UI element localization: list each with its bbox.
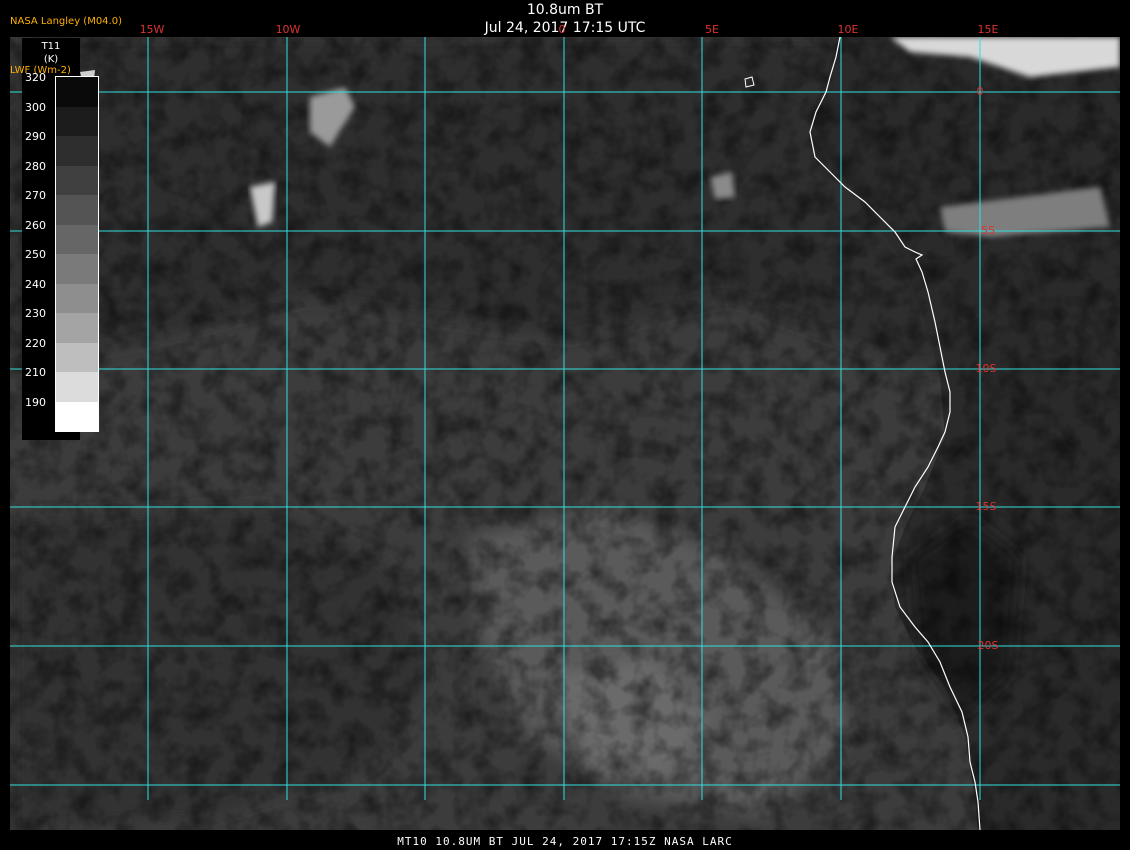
legend-swatch bbox=[56, 195, 98, 225]
legend-title: T11 bbox=[41, 41, 61, 52]
legend-swatch bbox=[56, 313, 98, 343]
legend-swatch bbox=[56, 77, 98, 107]
lat-label-10s: 10S bbox=[976, 362, 997, 375]
legend-tick-label: 300 bbox=[25, 100, 46, 114]
legend-tick-label: 250 bbox=[25, 248, 46, 261]
legend-tick-label: 260 bbox=[25, 218, 46, 232]
legend-tick-label: 280 bbox=[25, 159, 46, 173]
legend-tick-label: 230 bbox=[25, 307, 46, 320]
legend-swatch bbox=[56, 283, 98, 313]
map-labels: 15W 10W 0 5E 10E 15E 0 5S 10S 15S 20S bbox=[140, 23, 999, 652]
lat-label-5s: 5S bbox=[981, 224, 995, 237]
lon-label-10w: 10W bbox=[276, 23, 301, 36]
footer-caption: MT10 10.8UM BT JUL 24, 2017 17:15Z NASA … bbox=[397, 835, 733, 848]
legend-swatch bbox=[56, 254, 98, 284]
legend-tick-label: 320 bbox=[25, 71, 46, 84]
legend-tick-label: 270 bbox=[25, 189, 46, 202]
legend-tick-label: 240 bbox=[25, 277, 46, 291]
lon-label-0: 0 bbox=[559, 23, 566, 36]
lon-label-15w: 15W bbox=[140, 23, 165, 36]
legend-tick-label: 220 bbox=[25, 336, 46, 350]
legend-swatch bbox=[56, 106, 98, 136]
lat-label-0: 0 bbox=[977, 85, 984, 98]
legend-tick-label: 210 bbox=[25, 366, 46, 379]
legend-swatch bbox=[56, 342, 98, 372]
lat-label-20s: 20S bbox=[978, 639, 999, 652]
legend-swatch bbox=[56, 401, 98, 431]
color-legend: T11 (K) LWF (Wm-2) 320 300 290 280 270 260 250… bbox=[10, 38, 99, 440]
lon-label-10e: 10E bbox=[838, 23, 859, 36]
legend-units: (K) bbox=[43, 54, 59, 65]
legend-swatch bbox=[56, 372, 98, 402]
lon-label-15e: 15E bbox=[978, 23, 999, 36]
legend-swatch bbox=[56, 165, 98, 195]
lon-label-5e: 5E bbox=[705, 23, 719, 36]
legend-colorbar bbox=[55, 76, 99, 432]
lat-label-15s: 15S bbox=[976, 500, 997, 513]
legend-swatch bbox=[56, 224, 98, 254]
legend-tick-label: 190 bbox=[25, 395, 46, 409]
legend-tick-label: 290 bbox=[25, 130, 46, 143]
legend-swatch bbox=[56, 136, 98, 166]
